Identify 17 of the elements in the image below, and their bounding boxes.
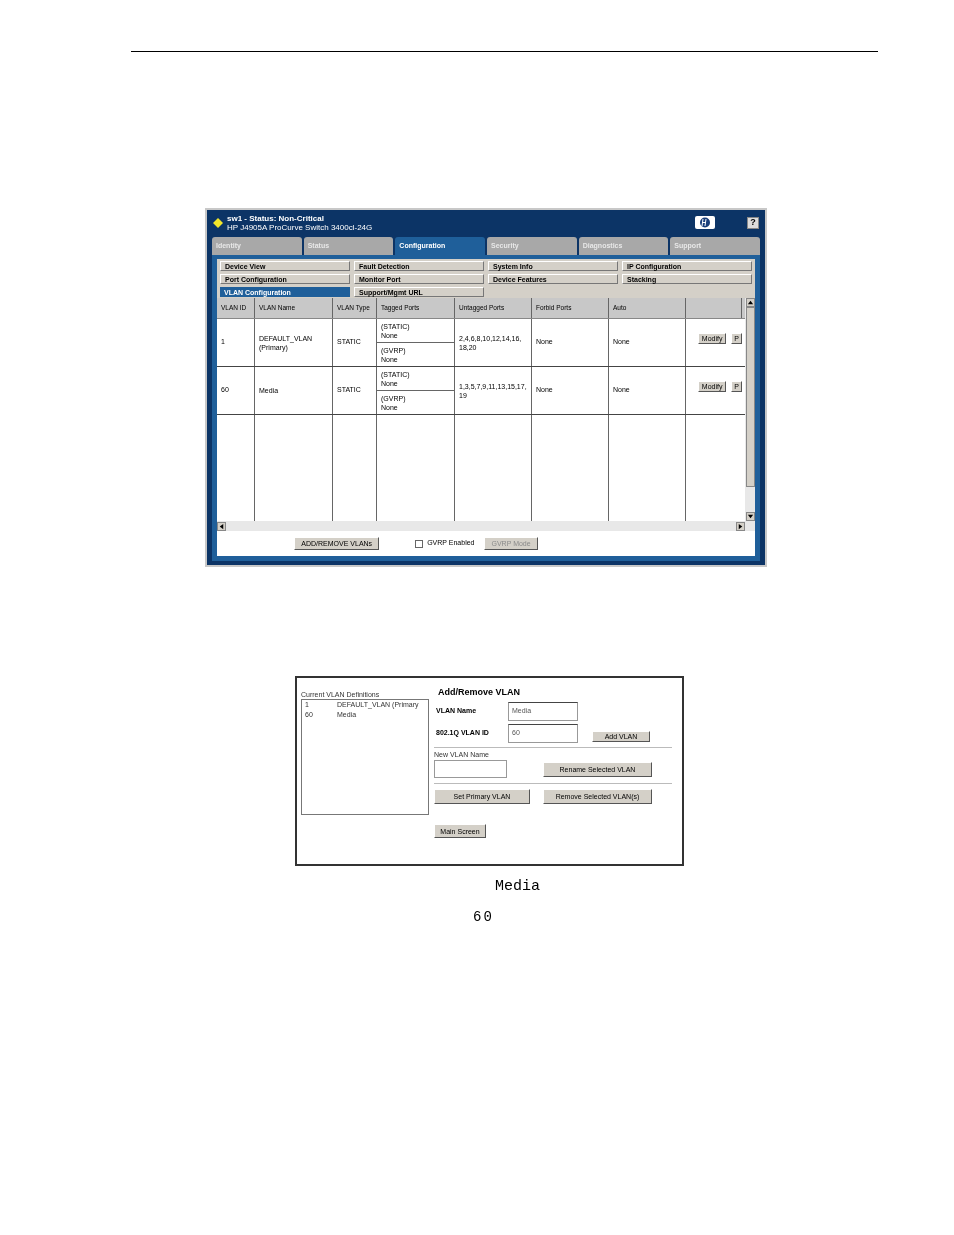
dialog-title: Add/Remove VLAN — [438, 686, 521, 699]
scroll-left-icon[interactable] — [217, 521, 226, 531]
status-diamond-icon — [213, 217, 223, 228]
scroll-down-icon[interactable] — [745, 512, 755, 521]
horizontal-scrollbar[interactable] — [217, 521, 755, 531]
scroll-right-icon[interactable] — [736, 521, 745, 531]
caption-text: 60 — [473, 908, 495, 926]
window-subtitle: HP J4905A ProCurve Switch 3400cl-24G — [227, 222, 373, 232]
checkbox[interactable] — [415, 539, 424, 548]
help-button[interactable]: ? — [747, 216, 759, 229]
caption-text: Media — [495, 878, 541, 896]
vertical-scrollbar[interactable] — [745, 298, 755, 521]
scroll-up-icon[interactable] — [745, 298, 755, 307]
scroll-thumb[interactable] — [745, 307, 755, 487]
window-title: sw1 - Status: Non-Critical — [227, 213, 325, 223]
logo-icon — [695, 216, 715, 229]
text-field[interactable] — [434, 760, 507, 778]
